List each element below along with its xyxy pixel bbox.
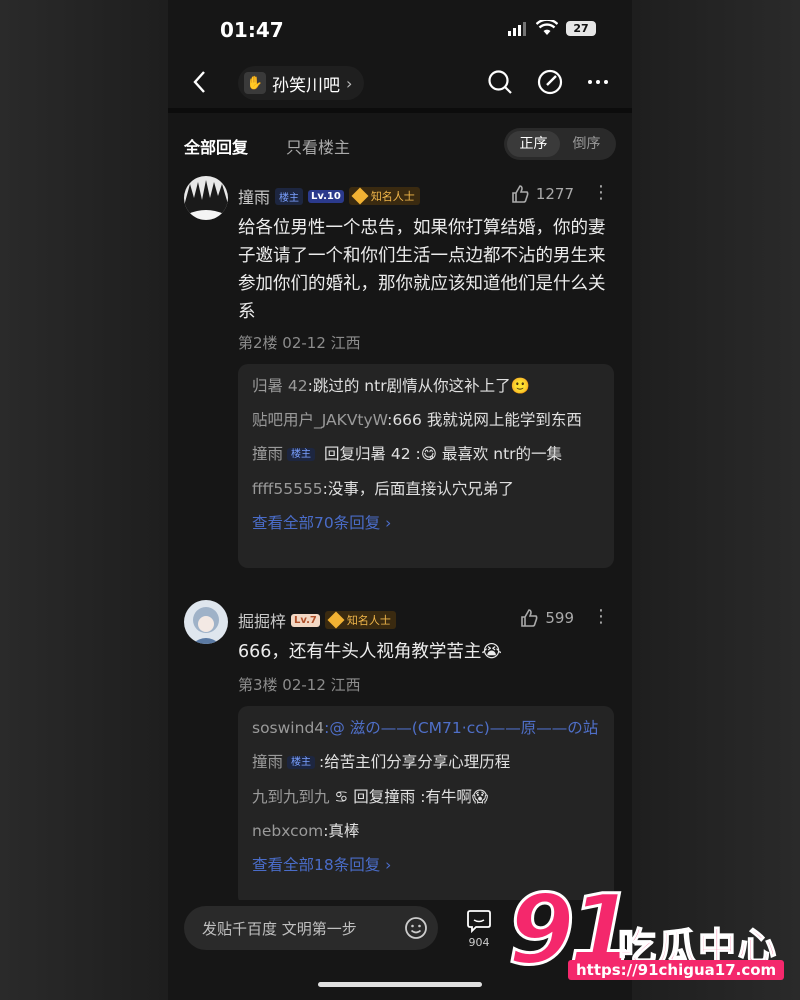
avatar[interactable] (184, 176, 228, 220)
tab-op-only[interactable]: 只看楼主 (286, 134, 350, 158)
emoji-icon[interactable] (404, 916, 428, 940)
like-count: 599 (545, 609, 574, 627)
watermark-url: https://91chigua17.com (568, 960, 785, 980)
comment-count: 904 (468, 936, 490, 949)
reply-text: :没事，后面直接认穴兄弟了 (322, 479, 514, 498)
reply-text: :真棒 (323, 821, 360, 840)
level-badge: Lv.7 (291, 613, 320, 627)
reply-item[interactable]: 撞雨 楼主:给苦主们分享分享心理历程 (252, 750, 600, 775)
reply-box: 归暑 42:跳过的 ntr剧情从你这补上了🙂 贴吧用户_JAKVtyW:666 … (238, 364, 614, 568)
op-badge: 楼主 (275, 187, 304, 205)
reply-item[interactable]: 贴吧用户_JAKVtyW:666 我就说网上能学到东西 (252, 408, 600, 432)
reply-item[interactable]: ffff55555:没事，后面直接认穴兄弟了 (252, 477, 600, 501)
wifi-icon (536, 20, 558, 35)
signal-icon (508, 22, 526, 36)
post-user-row: 撞雨 楼主 Lv.10 知名人士 (238, 184, 420, 208)
reply-item[interactable]: 归暑 42:跳过的 ntr剧情从你这补上了🙂 (252, 374, 600, 398)
reply-item[interactable]: 撞雨 楼主 回复归暑 42 :😋 最喜欢 ntr的一集 (252, 442, 600, 467)
post-user-row: 掘掘梓 Lv.7 知名人士 (238, 608, 396, 632)
reply-user[interactable]: 撞雨 (252, 753, 283, 771)
reply-user[interactable]: soswind4 (252, 719, 324, 737)
chevron-right-icon: › (346, 73, 353, 93)
forum-pill[interactable]: ✋ 孙笑川吧 › (238, 66, 365, 100)
reply-user[interactable]: 贴吧用户_JAKVtyW (252, 411, 387, 429)
home-indicator (318, 982, 482, 987)
reply-item[interactable]: 九到九到九 ♋ 回复撞雨 :有牛啊😱 (252, 785, 600, 809)
post-meta: 第2楼 02-12 江西 (238, 334, 361, 352)
username[interactable]: 掘掘梓 (238, 608, 286, 632)
order-toggle: 正序 倒序 (504, 128, 616, 160)
divider (168, 108, 632, 113)
battery-icon: 27 (566, 21, 596, 36)
tab-all-replies[interactable]: 全部回复 (184, 134, 248, 158)
known-badge: 知名人士 (324, 611, 396, 629)
more-icon[interactable] (584, 68, 612, 96)
forum-avatar: ✋ (244, 72, 266, 94)
status-bar: 01:47 27 (168, 18, 632, 44)
reply-user[interactable]: 归暑 42 (252, 377, 308, 395)
reply-text: :666 我就说网上能学到东西 (387, 411, 582, 429)
known-badge-label: 知名人士 (346, 614, 391, 627)
thumbs-up-icon (521, 609, 538, 627)
more-vertical-icon[interactable]: ⋮ (592, 606, 610, 627)
known-badge-label: 知名人士 (370, 190, 415, 203)
reply-tabs: 全部回复 只看楼主 正序 倒序 (168, 128, 632, 162)
thumbs-up-icon (512, 185, 529, 203)
forum-name: 孙笑川吧 (272, 75, 340, 96)
watermark: 91 吃瓜中心 https://91chigua17.com (507, 873, 798, 990)
view-all-replies-link[interactable]: 查看全部18条回复 › (252, 853, 600, 875)
username[interactable]: 撞雨 (238, 184, 270, 208)
more-vertical-icon[interactable]: ⋮ (592, 182, 610, 203)
post-content: 给各位男性一个忠告，如果你打算结婚，你的妻子邀请了一个和你们生活一点边都不沾的男… (238, 218, 606, 322)
background-left (0, 0, 168, 1000)
reply-text: :给苦主们分享分享心理历程 (319, 753, 511, 771)
search-icon[interactable] (486, 68, 514, 96)
op-badge: 楼主 (287, 755, 316, 769)
comment-icon[interactable] (466, 908, 492, 934)
top-nav: ✋ 孙笑川吧 › (168, 62, 632, 102)
reply-item[interactable]: soswind4:@ 滋の——(CM71·cc)——原——の站 (252, 716, 600, 740)
reply-user[interactable]: nebxcom (252, 822, 323, 840)
back-icon[interactable] (192, 70, 208, 94)
reply-input-placeholder: 发贴千百度 文明第一步 (202, 920, 357, 938)
reply-input[interactable]: 发贴千百度 文明第一步 (184, 906, 438, 950)
status-time: 01:47 (220, 18, 284, 42)
post-content: 666，还有牛头人视角教学苦主😭 (238, 642, 502, 662)
reply-item[interactable]: nebxcom:真棒 (252, 819, 600, 843)
reply-text: :跳过的 ntr剧情从你这补上了🙂 (307, 377, 530, 395)
avatar[interactable] (184, 600, 228, 644)
op-badge: 楼主 (287, 447, 316, 461)
order-asc-button[interactable]: 正序 (507, 131, 560, 157)
known-badge: 知名人士 (348, 187, 420, 205)
diamond-icon (351, 187, 369, 205)
reply-user[interactable]: ffff55555 (252, 480, 323, 498)
reply-user[interactable]: 九到九到九 (252, 788, 330, 806)
edit-icon[interactable] (536, 68, 564, 96)
post-meta: 第3楼 02-12 江西 (238, 676, 361, 694)
phone-screen: 01:47 27 ✋ 孙笑川吧 › 全部回复 只看楼主 正序 倒序 撞雨 楼主 … (168, 0, 632, 1000)
reply-text: ♋ 回复撞雨 :有牛啊😱 (329, 787, 489, 806)
view-all-replies-link[interactable]: 查看全部70条回复 › (252, 511, 600, 533)
like-button[interactable]: 599 (519, 608, 574, 628)
level-badge: Lv.10 (308, 189, 344, 203)
like-button[interactable]: 1277 (510, 184, 574, 204)
like-count: 1277 (535, 185, 574, 203)
background-right (632, 0, 800, 1000)
reply-user[interactable]: 撞雨 (252, 445, 283, 463)
reply-link[interactable]: :@ 滋の——(CM71·cc)——原——の站 (324, 719, 598, 737)
diamond-icon (327, 611, 345, 629)
reply-text: 回复归暑 42 :😋 最喜欢 ntr的一集 (319, 445, 563, 463)
order-desc-button[interactable]: 倒序 (560, 131, 613, 157)
